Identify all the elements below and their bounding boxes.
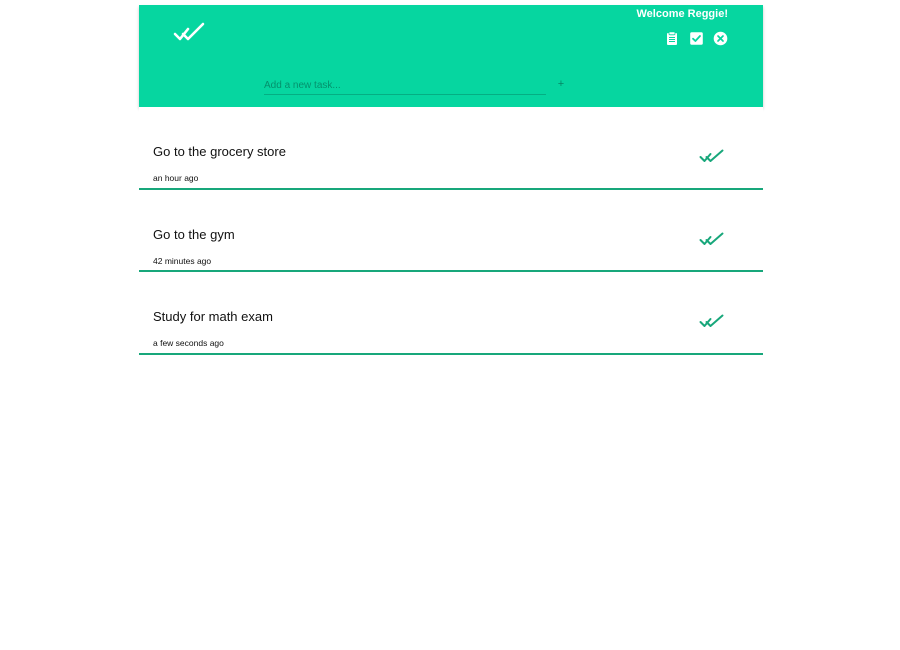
checkbox-icon[interactable] — [688, 30, 704, 46]
double-check-icon[interactable] — [699, 148, 725, 164]
task-list: Go to the grocery store an hour ago Go t… — [139, 107, 763, 355]
clipboard-icon[interactable] — [664, 30, 680, 46]
add-task-button[interactable]: + — [555, 77, 567, 91]
task-timestamp: a few seconds ago — [153, 338, 224, 348]
welcome-message: Welcome Reggie! — [636, 8, 729, 20]
double-check-icon — [173, 22, 205, 41]
double-check-icon[interactable] — [699, 313, 725, 329]
task-item: Go to the gym 42 minutes ago — [139, 189, 763, 272]
todo-app: Welcome Reggie! Add a new task... + Go t… — [0, 0, 900, 650]
task-title: Study for math exam — [153, 309, 273, 324]
new-task-field — [264, 75, 546, 95]
double-check-icon[interactable] — [699, 231, 725, 247]
task-timestamp: an hour ago — [153, 173, 199, 183]
task-title: Go to the grocery store — [153, 144, 286, 159]
task-title: Go to the gym — [153, 226, 235, 242]
close-circle-icon[interactable] — [712, 30, 728, 46]
task-timestamp: 42 minutes ago — [153, 255, 212, 266]
new-task-input[interactable] — [264, 76, 546, 95]
task-item: Study for math exam a few seconds ago — [139, 272, 763, 355]
task-item: Go to the grocery store an hour ago — [139, 107, 763, 190]
app-header: Welcome Reggie! Add a new task... + — [139, 5, 763, 107]
header-actions — [664, 30, 728, 46]
